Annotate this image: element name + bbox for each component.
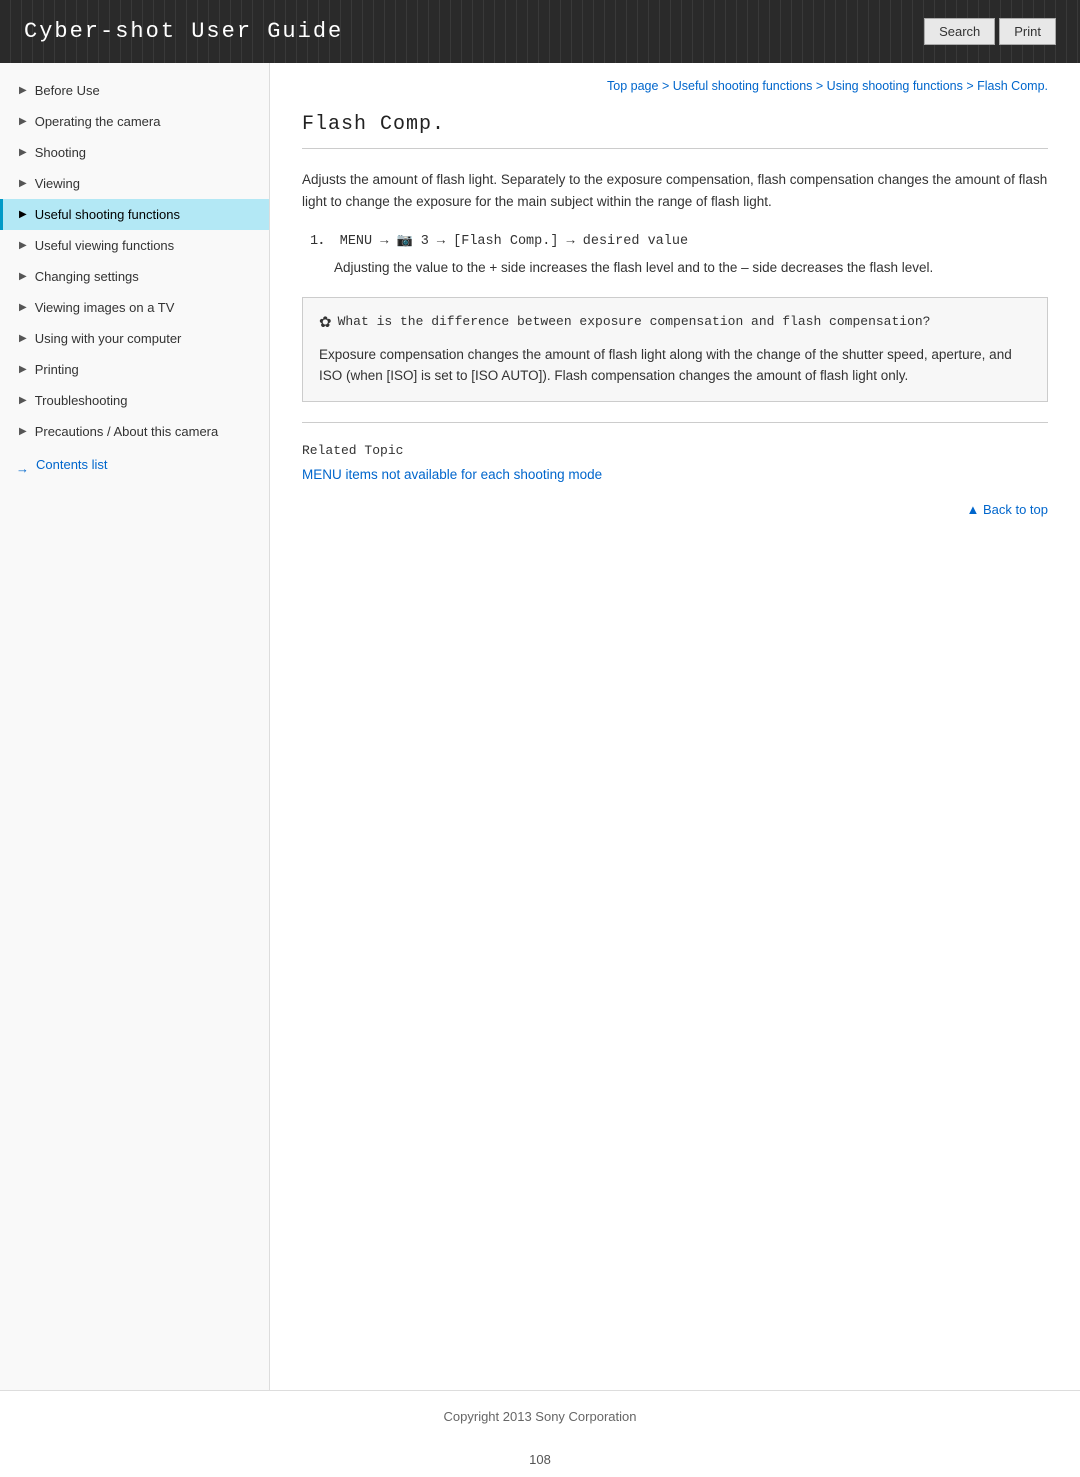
intro-text: Adjusts the amount of flash light. Separ… — [302, 169, 1048, 212]
chevron-right-icon: ▶ — [19, 147, 27, 158]
related-topic-label: Related Topic — [302, 443, 1048, 458]
sidebar-item-before-use[interactable]: ▶ Before Use — [0, 75, 269, 106]
chevron-right-icon: ▶ — [19, 240, 27, 251]
sidebar-item-viewing[interactable]: ▶ Viewing — [0, 168, 269, 199]
breadcrumb-top[interactable]: Top page — [607, 79, 658, 93]
breadcrumb-sep2: > — [816, 79, 827, 93]
breadcrumb-sep3: > — [966, 79, 977, 93]
divider — [302, 422, 1048, 423]
sidebar-item-operating[interactable]: ▶ Operating the camera — [0, 106, 269, 137]
page-number: 108 — [0, 1442, 1080, 1477]
tip-title-text: What is the difference between exposure … — [338, 312, 931, 333]
chevron-right-icon: ▶ — [19, 85, 27, 96]
tip-title: ✿ What is the difference between exposur… — [319, 312, 1031, 336]
sidebar-item-label: Viewing images on a TV — [35, 300, 175, 315]
sidebar-item-label: Viewing — [35, 176, 80, 191]
sidebar-item-label: Before Use — [35, 83, 100, 98]
sidebar-item-label: Operating the camera — [35, 114, 161, 129]
sidebar: ▶ Before Use ▶ Operating the camera ▶ Sh… — [0, 63, 270, 1390]
camera-icon: 📷 — [396, 233, 412, 248]
arrow-right-icon — [16, 461, 32, 469]
related-topic-section: Related Topic MENU items not available f… — [302, 443, 1048, 482]
breadcrumb-flash-comp[interactable]: Flash Comp. — [977, 79, 1048, 93]
tip-body: Exposure compensation changes the amount… — [319, 344, 1031, 387]
back-to-top[interactable]: ▲ Back to top — [302, 502, 1048, 517]
page-title: Flash Comp. — [302, 113, 1048, 149]
sidebar-item-label: Troubleshooting — [35, 393, 128, 408]
breadcrumb-useful-shooting[interactable]: Useful shooting functions — [673, 79, 813, 93]
chevron-right-icon: ▶ — [19, 395, 27, 406]
sidebar-item-viewing-tv[interactable]: ▶ Viewing images on a TV — [0, 292, 269, 323]
sidebar-item-changing-settings[interactable]: ▶ Changing settings — [0, 261, 269, 292]
breadcrumb: Top page > Useful shooting functions > U… — [302, 79, 1048, 93]
sidebar-item-label: Precautions / About this camera — [35, 424, 219, 439]
step-number: 1． — [310, 234, 332, 249]
header: Cyber-shot User Guide Search Print — [0, 0, 1080, 63]
breadcrumb-sep1: > — [662, 79, 673, 93]
contents-list-label: Contents list — [36, 457, 108, 472]
sidebar-item-label: Printing — [35, 362, 79, 377]
chevron-right-icon: ▶ — [19, 364, 27, 375]
breadcrumb-using-shooting[interactable]: Using shooting functions — [827, 79, 963, 93]
step-instruction: MENU → 📷 3 → [Flash Comp.] → desired val… — [340, 234, 688, 249]
sidebar-item-label: Useful shooting functions — [35, 207, 180, 222]
chevron-right-icon: ▶ — [19, 426, 27, 437]
sidebar-item-label: Shooting — [35, 145, 86, 160]
footer: Copyright 2013 Sony Corporation — [0, 1390, 1080, 1442]
sidebar-item-computer[interactable]: ▶ Using with your computer — [0, 323, 269, 354]
print-button[interactable]: Print — [999, 18, 1056, 45]
contents-list-link[interactable]: Contents list — [0, 447, 269, 478]
chevron-right-icon: ▶ — [19, 178, 27, 189]
app-title: Cyber-shot User Guide — [24, 19, 343, 44]
chevron-right-icon: ▶ — [19, 116, 27, 127]
tip-box: ✿ What is the difference between exposur… — [302, 297, 1048, 402]
chevron-right-icon: ▶ — [19, 209, 27, 220]
chevron-right-icon: ▶ — [19, 333, 27, 344]
sidebar-item-label: Using with your computer — [35, 331, 182, 346]
sidebar-item-useful-shooting[interactable]: ▶ Useful shooting functions — [0, 199, 269, 230]
search-button[interactable]: Search — [924, 18, 995, 45]
sidebar-item-troubleshooting[interactable]: ▶ Troubleshooting — [0, 385, 269, 416]
main-layout: ▶ Before Use ▶ Operating the camera ▶ Sh… — [0, 63, 1080, 1390]
step-list: 1． MENU → 📷 3 → [Flash Comp.] → desired … — [310, 228, 1048, 279]
content-area: Top page > Useful shooting functions > U… — [270, 63, 1080, 1390]
sidebar-item-useful-viewing[interactable]: ▶ Useful viewing functions — [0, 230, 269, 261]
sidebar-item-label: Changing settings — [35, 269, 139, 284]
related-link[interactable]: MENU items not available for each shooti… — [302, 467, 602, 482]
sidebar-item-precautions[interactable]: ▶ Precautions / About this camera — [0, 416, 269, 447]
chevron-right-icon: ▶ — [19, 302, 27, 313]
step-description: Adjusting the value to the + side increa… — [334, 257, 1048, 279]
sidebar-item-label: Useful viewing functions — [35, 238, 174, 253]
header-buttons: Search Print — [924, 18, 1056, 45]
chevron-right-icon: ▶ — [19, 271, 27, 282]
tip-icon: ✿ — [319, 312, 332, 336]
copyright-text: Copyright 2013 Sony Corporation — [444, 1409, 637, 1424]
sidebar-item-shooting[interactable]: ▶ Shooting — [0, 137, 269, 168]
step-item: 1． MENU → 📷 3 → [Flash Comp.] → desired … — [310, 228, 1048, 249]
sidebar-item-printing[interactable]: ▶ Printing — [0, 354, 269, 385]
